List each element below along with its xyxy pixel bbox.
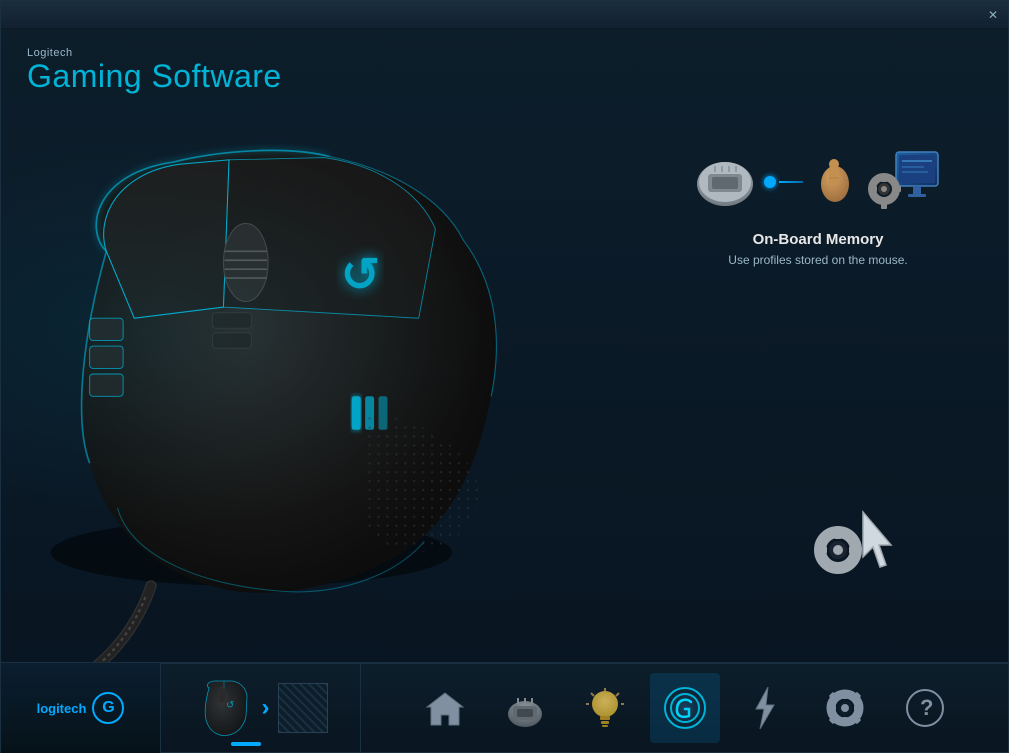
settings-screen-icon[interactable] — [866, 144, 946, 219]
device-mouse-thumb[interactable]: ↺ — [194, 678, 254, 738]
logo-label: logitech — [37, 701, 87, 716]
nav-settings-button[interactable] — [810, 673, 880, 743]
main-window: ✕ Logitech Gaming Software — [0, 0, 1009, 753]
onboard-memory-panel: On-Board Memory Use profiles stored on t… — [688, 144, 948, 267]
svg-text:↺: ↺ — [226, 700, 234, 711]
main-content: ↺ — [1, 104, 1008, 662]
toolbar: logitech G ↺ › — [1, 662, 1008, 752]
mode-icons — [688, 144, 948, 219]
nav-icons: ? — [361, 663, 1008, 753]
mouse-chip-icon[interactable] — [690, 144, 760, 219]
nav-onboard-button[interactable] — [650, 673, 720, 743]
app-title: Gaming Software — [27, 59, 982, 94]
nav-lighting-button[interactable] — [570, 673, 640, 743]
mouse-display: ↺ — [1, 104, 621, 662]
mouse-svg: ↺ — [1, 104, 621, 662]
nav-help-button[interactable]: ? — [890, 673, 960, 743]
close-button[interactable]: ✕ — [986, 8, 1000, 22]
mode-connector — [764, 176, 803, 188]
onboard-desc: Use profiles stored on the mouse. — [688, 253, 948, 267]
logitech-logo[interactable]: logitech G — [1, 663, 161, 753]
logitech-g-icon: G — [92, 692, 124, 724]
onboard-title: On-Board Memory — [688, 231, 948, 248]
title-bar: ✕ — [1, 1, 1008, 29]
cursor-settings-icon[interactable] — [808, 502, 898, 582]
svg-text:↺: ↺ — [341, 249, 380, 301]
nav-power-button[interactable] — [730, 673, 800, 743]
svg-text:?: ? — [920, 695, 933, 720]
header: Logitech Gaming Software — [1, 29, 1008, 104]
device-arrow[interactable]: › — [262, 694, 270, 722]
nav-memory-button[interactable] — [490, 673, 560, 743]
device-indicator — [231, 742, 261, 746]
device-section: ↺ › — [161, 663, 361, 753]
device-pattern — [278, 683, 328, 733]
cursor-icon[interactable] — [807, 152, 862, 212]
nav-home-button[interactable] — [410, 673, 480, 743]
logo-text: logitech G — [37, 692, 125, 724]
